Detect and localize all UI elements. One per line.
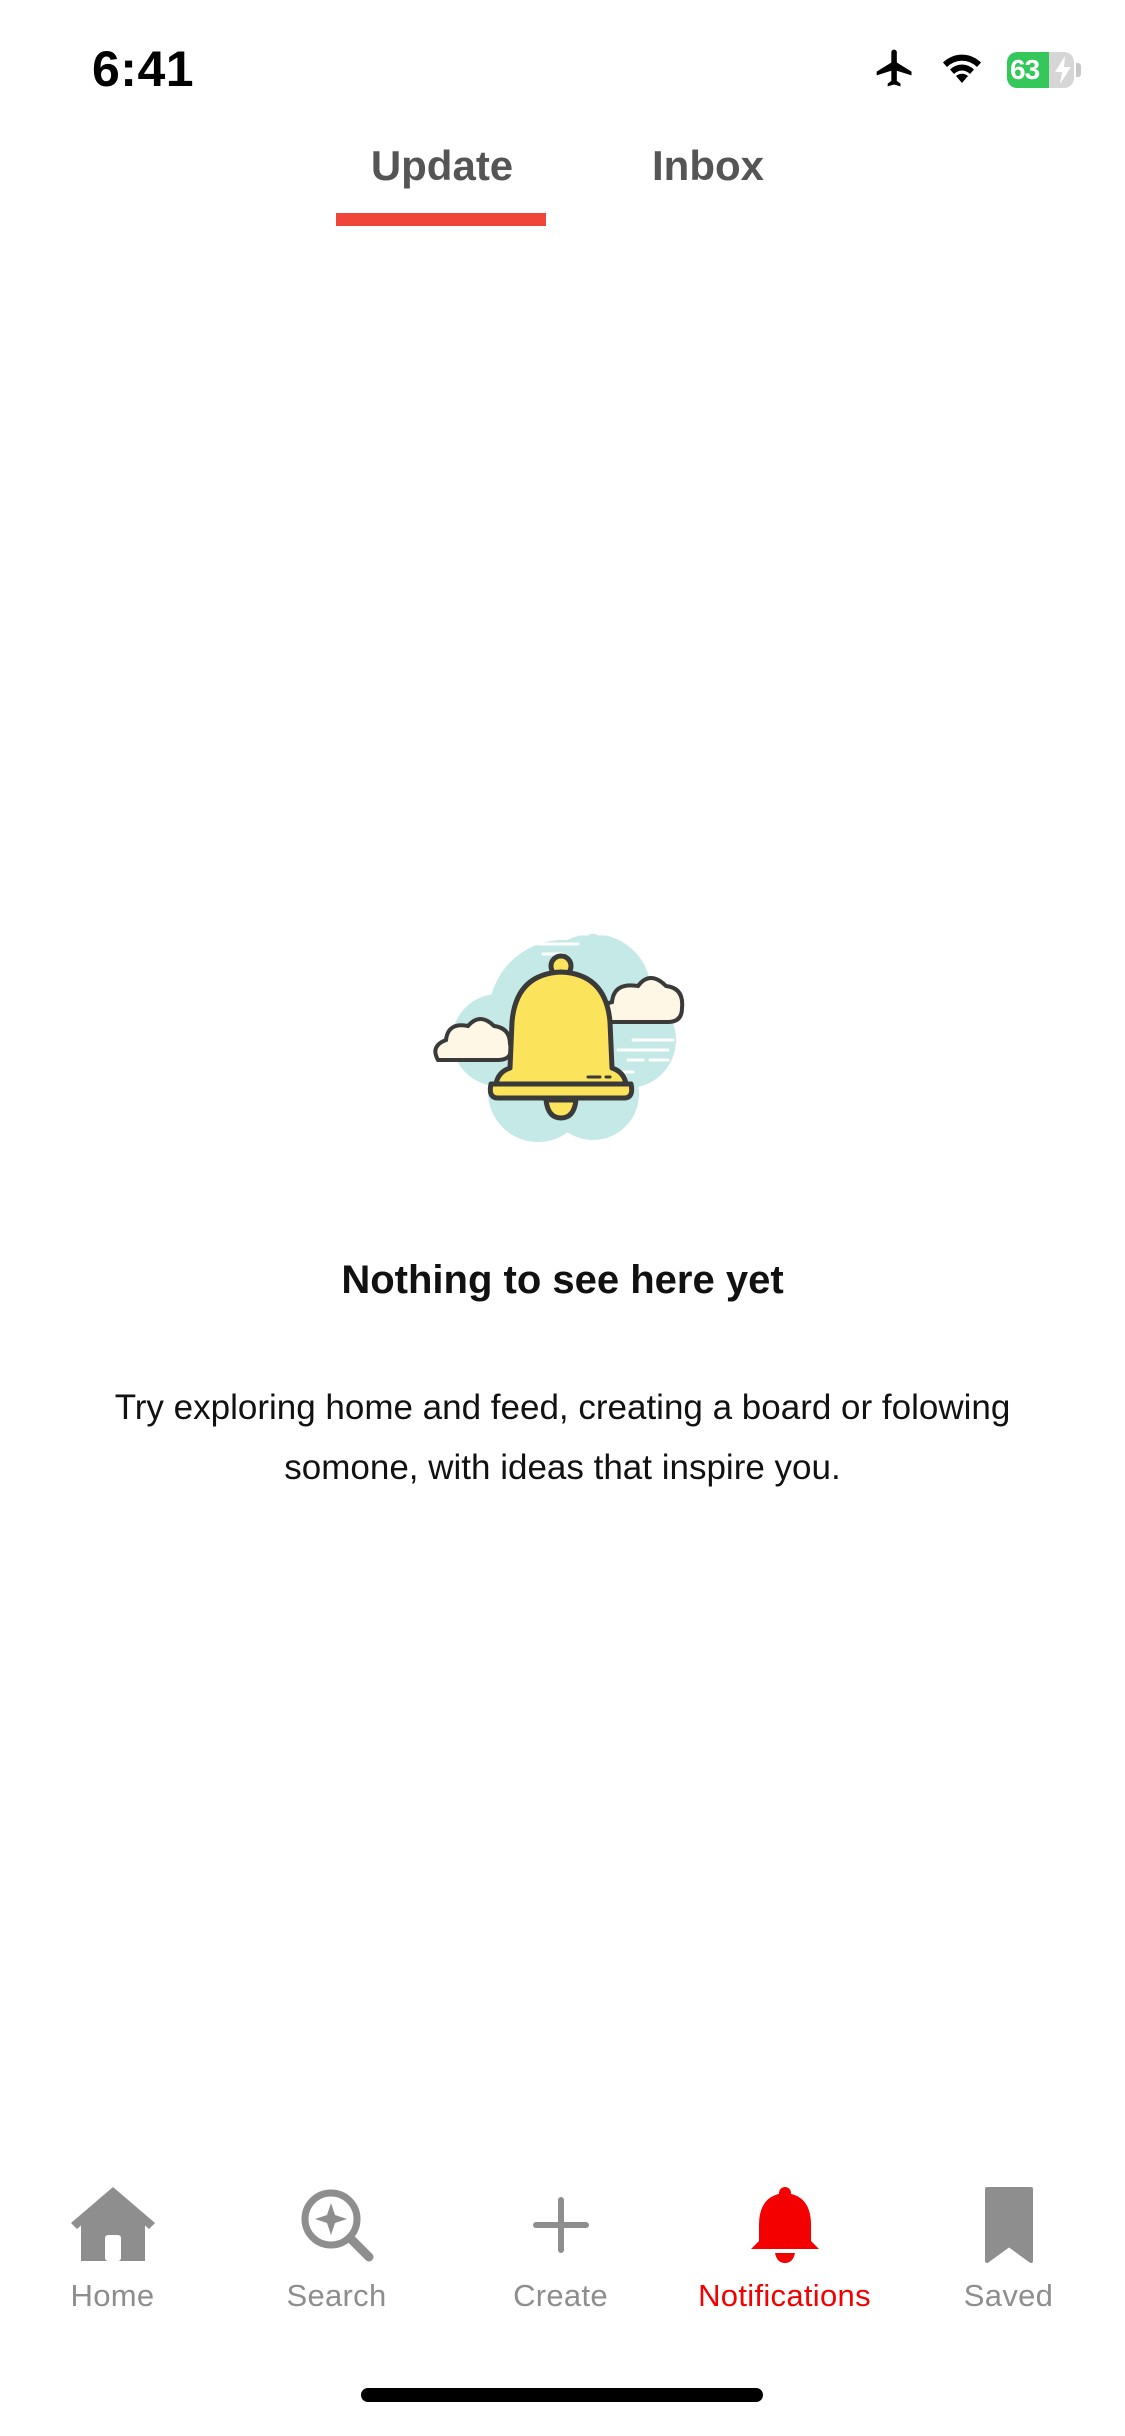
nav-create[interactable]: Create <box>448 2180 673 2330</box>
status-time: 6:41 <box>92 41 195 97</box>
status-bar: 6:41 63 <box>0 0 1125 132</box>
wifi-icon <box>939 50 985 91</box>
home-indicator[interactable] <box>361 2388 763 2402</box>
nav-label-notifications: Notifications <box>698 2278 871 2313</box>
nav-label-create: Create <box>513 2278 608 2313</box>
nav-notifications[interactable]: Notifications <box>672 2180 897 2330</box>
tab-inbox[interactable]: Inbox <box>618 142 798 232</box>
battery-charging-icon: 63 <box>1007 52 1081 88</box>
battery-level: 63 <box>1010 54 1040 85</box>
nav-saved[interactable]: Saved <box>896 2180 1121 2330</box>
nav-label-search: Search <box>286 2278 387 2313</box>
search-icon <box>292 2180 382 2270</box>
active-tab-indicator <box>336 213 546 226</box>
bookmark-icon <box>964 2180 1054 2270</box>
bottom-nav: Home Search Create Notifications Saved <box>0 2180 1125 2330</box>
empty-state-title: Nothing to see here yet <box>341 1258 784 1302</box>
bell-icon <box>740 2180 830 2270</box>
plus-icon <box>516 2180 606 2270</box>
nav-home[interactable]: Home <box>0 2180 225 2330</box>
home-icon <box>68 2180 158 2270</box>
bell-with-clouds-illustration <box>428 922 698 1152</box>
empty-state-body: Try exploring home and feed, creating a … <box>114 1388 1011 1487</box>
nav-search[interactable]: Search <box>224 2180 449 2330</box>
status-icons: 63 <box>873 48 1081 92</box>
nav-label-home: Home <box>70 2278 155 2313</box>
nav-label-saved: Saved <box>963 2278 1054 2313</box>
tab-bar: Update Inbox <box>0 132 1125 232</box>
airplane-icon <box>873 46 917 95</box>
